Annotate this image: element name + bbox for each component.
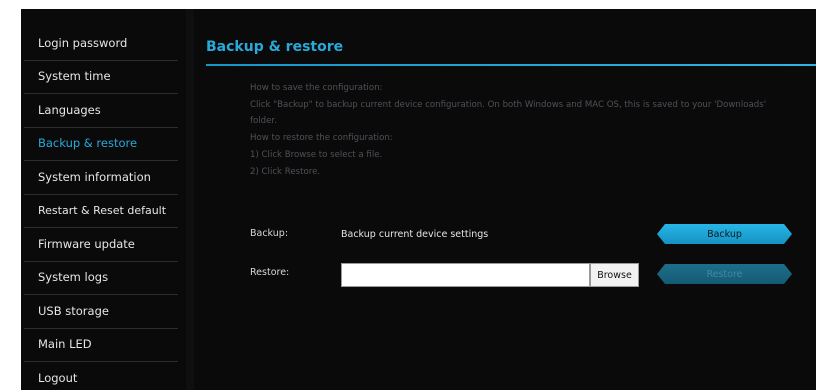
- sidebar-item-firmware-update[interactable]: Firmware update: [24, 228, 178, 262]
- sidebar-divider: [186, 9, 194, 390]
- sidebar-item-system-time[interactable]: System time: [24, 61, 178, 94]
- help-line-step-2: 2) Click Restore.: [250, 167, 321, 178]
- help-text: How to save the configuration: Click "Ba…: [250, 81, 795, 183]
- restore-label: Restore:: [250, 267, 290, 278]
- sidebar-item-languages[interactable]: Languages: [24, 94, 178, 128]
- restore-file-field[interactable]: [341, 263, 590, 287]
- help-line-save-instructions: Click "Backup" to backup current device …: [250, 100, 767, 126]
- sidebar-item-backup-restore[interactable]: Backup & restore: [24, 128, 178, 161]
- sidebar-item-main-led[interactable]: Main LED: [24, 329, 178, 362]
- backup-label: Backup:: [250, 228, 289, 239]
- page-title: Backup & restore: [206, 39, 344, 55]
- sidebar-item-usb-storage[interactable]: USB storage: [24, 295, 178, 329]
- sidebar-item-restart-reset[interactable]: Restart & Reset default: [24, 195, 178, 228]
- help-line-step-1: 1) Click Browse to select a file.: [250, 150, 383, 161]
- sidebar-item-logout[interactable]: Logout: [24, 362, 178, 390]
- restore-button[interactable]: Restore: [657, 264, 792, 284]
- sidebar-nav: Login password System time Languages Bac…: [24, 27, 178, 390]
- backup-description: Backup current device settings: [341, 229, 489, 240]
- title-underline: [206, 64, 816, 66]
- sidebar-item-login-password[interactable]: Login password: [24, 27, 178, 61]
- help-line-save-heading: How to save the configuration:: [250, 83, 383, 93]
- main-panel: Backup & restore How to save the configu…: [206, 36, 816, 287]
- backup-button[interactable]: Backup: [657, 224, 792, 244]
- sidebar-item-system-information[interactable]: System information: [24, 161, 178, 195]
- sidebar-item-system-logs[interactable]: System logs: [24, 262, 178, 295]
- browse-button[interactable]: Browse: [590, 263, 639, 287]
- help-line-restore-heading: How to restore the configuration:: [250, 132, 393, 143]
